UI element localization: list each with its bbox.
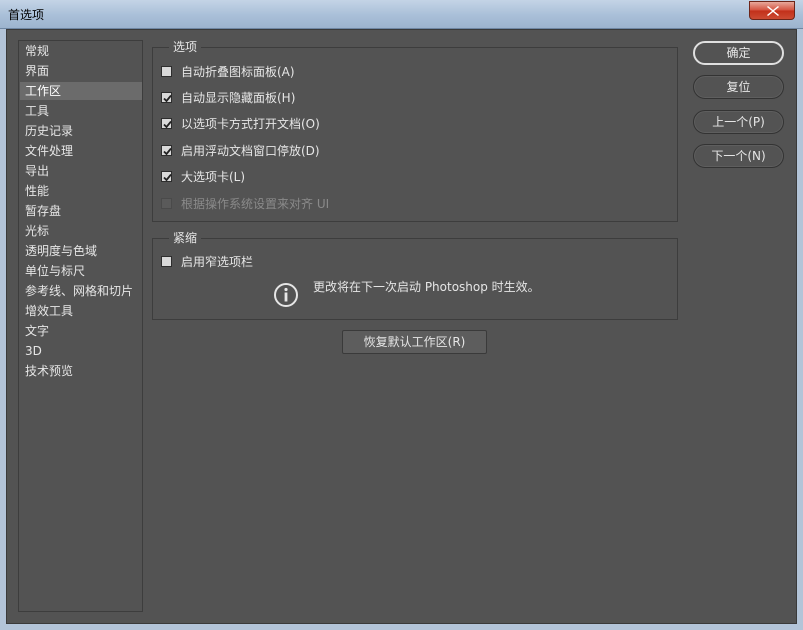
checkmark-icon [163, 120, 172, 129]
restart-notice-text: 更改将在下一次启动 Photoshop 时生效。 [313, 280, 540, 294]
check-label: 自动显示隐藏面板(H) [181, 91, 296, 105]
ok-button[interactable]: 确定 [693, 41, 784, 65]
sidebar-item-guides-grid-slices[interactable]: 参考线、网格和切片 [20, 282, 142, 300]
checkbox[interactable] [161, 92, 172, 103]
options-group: 选项 自动折叠图标面板(A) 自动显示隐藏面板(H) 以选项卡方式打开文档(O)… [152, 40, 678, 222]
check-label: 根据操作系统设置来对齐 UI [181, 197, 330, 211]
sidebar-item-file-handling[interactable]: 文件处理 [20, 142, 142, 160]
sidebar-item-export[interactable]: 导出 [20, 162, 142, 180]
sidebar-item-scratch-disks[interactable]: 暂存盘 [20, 202, 142, 220]
info-icon [274, 283, 298, 307]
options-group-title: 选项 [169, 40, 202, 54]
checkbox[interactable] [161, 256, 172, 267]
close-icon [767, 6, 779, 16]
check-label: 启用窄选项栏 [181, 255, 254, 269]
sidebar-item-workspace[interactable]: 工作区 [20, 82, 142, 100]
sidebar-item-cursors[interactable]: 光标 [20, 222, 142, 240]
sidebar-item-transparency-gamut[interactable]: 透明度与色域 [20, 242, 142, 260]
close-button[interactable] [749, 1, 795, 20]
sidebar-item-technology-previews[interactable]: 技术预览 [20, 362, 142, 380]
checkbox[interactable] [161, 145, 172, 156]
preferences-category-list: 常规 界面 工作区 工具 历史记录 文件处理 导出 性能 暂存盘 光标 透明度与… [18, 40, 143, 612]
checkmark-icon [163, 94, 172, 103]
sidebar-item-general[interactable]: 常规 [20, 42, 142, 60]
next-button[interactable]: 下一个(N) [693, 144, 784, 168]
checkbox[interactable] [161, 66, 172, 77]
compact-group-title: 紧缩 [169, 231, 202, 245]
check-label: 启用浮动文档窗口停放(D) [181, 144, 320, 158]
checkbox[interactable] [161, 118, 172, 129]
sidebar-item-interface[interactable]: 界面 [20, 62, 142, 80]
sidebar-item-plugins[interactable]: 增效工具 [20, 302, 142, 320]
sidebar-item-units-rulers[interactable]: 单位与标尺 [20, 262, 142, 280]
prev-button[interactable]: 上一个(P) [693, 110, 784, 134]
checkmark-icon [163, 147, 172, 156]
sidebar-item-3d[interactable]: 3D [20, 342, 142, 360]
sidebar-item-tools[interactable]: 工具 [20, 102, 142, 120]
sidebar-item-type[interactable]: 文字 [20, 322, 142, 340]
sidebar-item-performance[interactable]: 性能 [20, 182, 142, 200]
check-label: 大选项卡(L) [181, 170, 246, 184]
checkmark-icon [163, 173, 172, 182]
title-bar: 首选项 [0, 0, 803, 29]
reset-button[interactable]: 复位 [693, 75, 784, 99]
restore-default-workspaces-button[interactable]: 恢复默认工作区(R) [342, 330, 487, 354]
checkbox [161, 198, 172, 209]
sidebar-item-history[interactable]: 历史记录 [20, 122, 142, 140]
checkbox[interactable] [161, 171, 172, 182]
check-label: 自动折叠图标面板(A) [181, 65, 295, 79]
check-label: 以选项卡方式打开文档(O) [181, 117, 320, 131]
window-title: 首选项 [8, 8, 45, 22]
